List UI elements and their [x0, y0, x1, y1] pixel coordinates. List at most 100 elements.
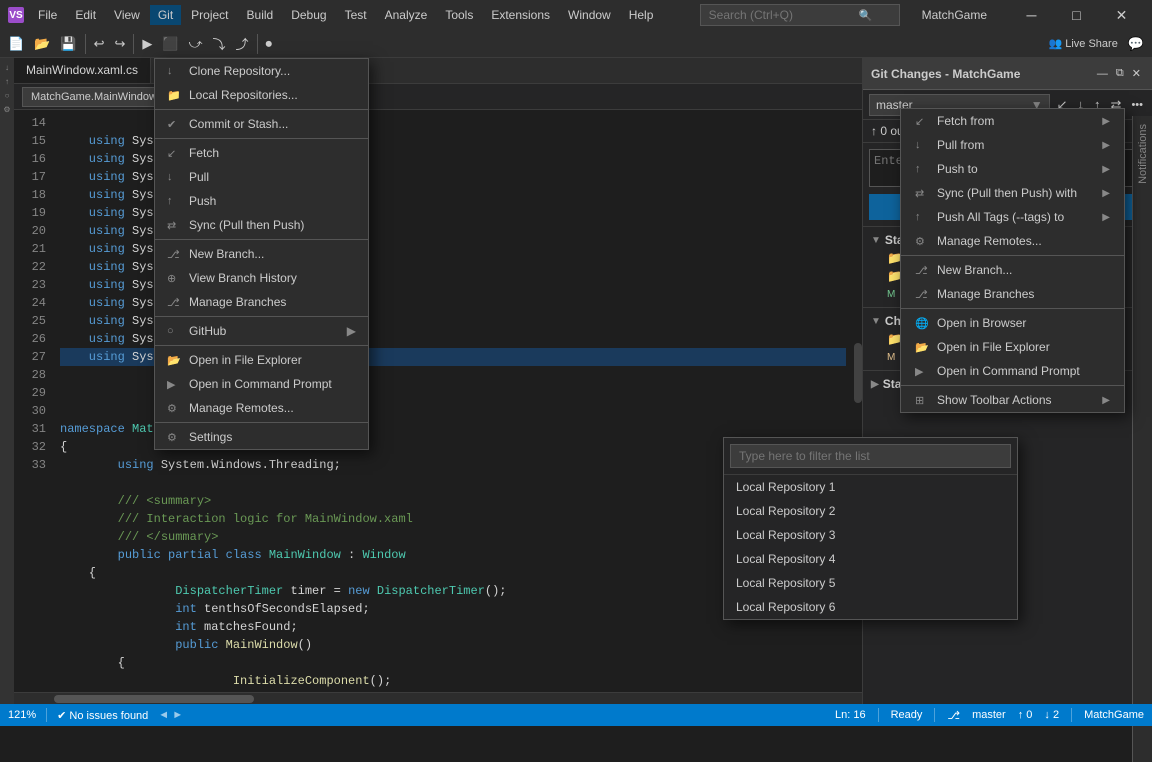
toolbar-undo[interactable]: ↩	[90, 32, 109, 56]
repo-item-2[interactable]: Local Repository 2	[724, 499, 1017, 523]
toolbar-step-over[interactable]: ⤻	[185, 32, 207, 56]
menu-tools[interactable]: Tools	[437, 5, 481, 25]
menu-extensions[interactable]: Extensions	[483, 5, 558, 25]
git-menu-branch-history[interactable]: ⊕ View Branch History	[155, 266, 368, 290]
notifications-label[interactable]: Notifications	[1137, 124, 1149, 184]
toolbar-new[interactable]: 📄	[4, 32, 28, 56]
repo-item-4[interactable]: Local Repository 4	[724, 547, 1017, 571]
toolbar-step-in[interactable]: ⤵	[208, 32, 229, 56]
app-icon: VS	[8, 7, 24, 23]
git-menu-pull[interactable]: ↓ Pull	[155, 165, 368, 189]
more-btn[interactable]: •••	[1128, 97, 1146, 113]
ctx-push-to[interactable]: ↑ Push to ▶	[901, 157, 1124, 181]
git-menu-clone[interactable]: ↓ Clone Repository...	[155, 59, 368, 83]
git-menu-local-repos[interactable]: 📁 Local Repositories...	[155, 83, 368, 107]
menu-window[interactable]: Window	[560, 5, 619, 25]
ctx-fetch-from[interactable]: ↙ Fetch from ▶	[901, 109, 1124, 133]
toolbar-breakpoint[interactable]: ⏺	[262, 32, 277, 56]
maximize-button[interactable]: □	[1054, 0, 1099, 30]
git-float-btn[interactable]: ⧉	[1113, 65, 1127, 82]
repos-list[interactable]: Local Repository 1 Local Repository 2 Lo…	[724, 475, 1017, 619]
git-minimize-btn[interactable]: —	[1094, 65, 1111, 82]
horizontal-scrollbar[interactable]	[14, 692, 862, 704]
ctx-sep-1	[901, 255, 1124, 256]
git-menu-github[interactable]: ○ GitHub ▶	[155, 319, 368, 343]
git-close-btn[interactable]: ✕	[1129, 65, 1144, 82]
toolbar-open[interactable]: 📂	[30, 32, 54, 56]
search-input[interactable]	[709, 8, 859, 22]
h-scrollbar-thumb[interactable]	[54, 695, 254, 703]
dropdown-sep-2	[155, 138, 368, 139]
git-menu-sync[interactable]: ⇄ Sync (Pull then Push)	[155, 213, 368, 237]
git-menu-push[interactable]: ↑ Push	[155, 189, 368, 213]
ctx-pull-from[interactable]: ↓ Pull from ▶	[901, 133, 1124, 157]
menu-git[interactable]: Git	[150, 5, 181, 25]
ctx-manage-remotes[interactable]: ⚙ Manage Remotes...	[901, 229, 1124, 253]
repo-item-3[interactable]: Local Repository 3	[724, 523, 1017, 547]
menu-edit[interactable]: Edit	[67, 5, 104, 25]
local-repos-icon: 📁	[167, 89, 181, 102]
repos-filter-input[interactable]	[730, 444, 1011, 468]
toolbar-redo[interactable]: ↪	[110, 32, 129, 56]
menu-bar: File Edit View Git Project Build Debug T…	[30, 5, 661, 25]
minimize-button[interactable]: ─	[1009, 0, 1054, 30]
dropdown-sep-6	[155, 422, 368, 423]
scrollbar-thumb[interactable]	[854, 343, 862, 403]
fetch-icon: ↙	[167, 147, 181, 160]
status-sep-4	[1071, 708, 1072, 722]
menu-project[interactable]: Project	[183, 5, 236, 25]
ctx-open-file-explorer[interactable]: 📂 Open in File Explorer	[901, 335, 1124, 359]
status-scroll-indicator: ◄ ►	[158, 709, 183, 721]
status-bar: 121% ✔ No issues found ◄ ► Ln: 16 Ready …	[0, 704, 1152, 726]
menu-analyze[interactable]: Analyze	[377, 5, 436, 25]
ctx-sync-arrow: ▶	[1102, 188, 1110, 199]
status-incoming: ↓ 2	[1044, 709, 1059, 721]
live-share-button[interactable]: 👥 Live Share	[1044, 32, 1121, 56]
git-menu-manage-branches[interactable]: ⎇ Manage Branches	[155, 290, 368, 314]
git-menu-settings[interactable]: ⚙ Settings	[155, 425, 368, 449]
editor-tabs: MainWindow.xaml.cs	[14, 58, 862, 84]
git-menu-commit[interactable]: ✔ Commit or Stash...	[155, 112, 368, 136]
git-menu-new-branch[interactable]: ⎇ New Branch...	[155, 242, 368, 266]
ctx-new-branch[interactable]: ⎇ New Branch...	[901, 258, 1124, 282]
menu-test[interactable]: Test	[337, 5, 375, 25]
menu-view[interactable]: View	[106, 5, 148, 25]
menu-help[interactable]: Help	[621, 5, 662, 25]
pull-icon: ↓	[167, 171, 181, 183]
toolbar-save[interactable]: 💾	[56, 32, 80, 56]
ctx-toolbar-arrow: ▶	[1102, 395, 1110, 406]
menu-debug[interactable]: Debug	[283, 5, 334, 25]
ctx-show-toolbar[interactable]: ⊞ Show Toolbar Actions ▶	[901, 388, 1124, 412]
notifications-sidebar: Notifications	[1132, 116, 1152, 762]
git-menu-command-prompt[interactable]: ▶ Open in Command Prompt	[155, 372, 368, 396]
ctx-push-tags[interactable]: ↑ Push All Tags (--tags) to ▶	[901, 205, 1124, 229]
editor-tab-main[interactable]: MainWindow.xaml.cs	[14, 58, 151, 83]
toolbar-step-out[interactable]: ⤴	[231, 32, 252, 56]
git-menu-file-explorer[interactable]: 📂 Open in File Explorer	[155, 348, 368, 372]
repo-item-6[interactable]: Local Repository 6	[724, 595, 1017, 619]
repo-item-1[interactable]: Local Repository 1	[724, 475, 1017, 499]
menu-build[interactable]: Build	[239, 5, 282, 25]
ctx-manage-branches[interactable]: ⎇ Manage Branches	[901, 282, 1124, 306]
menu-file[interactable]: File	[30, 5, 65, 25]
cmd-prompt-icon: ▶	[167, 378, 181, 391]
git-menu-fetch[interactable]: ↙ Fetch	[155, 141, 368, 165]
local-repos-dropdown: Local Repository 1 Local Repository 2 Lo…	[723, 437, 1018, 620]
toolbar-start[interactable]: ▶	[138, 32, 156, 56]
ctx-open-cmd[interactable]: ▶ Open in Command Prompt	[901, 359, 1124, 383]
status-sep-1	[46, 708, 47, 722]
ctx-sync-with[interactable]: ⇄ Sync (Pull then Push) with ▶	[901, 181, 1124, 205]
ctx-open-browser[interactable]: 🌐 Open in Browser	[901, 311, 1124, 335]
close-button[interactable]: ✕	[1099, 0, 1144, 30]
stashes-arrow: ▶	[871, 379, 879, 390]
repo-item-5[interactable]: Local Repository 5	[724, 571, 1017, 595]
git-panel-icons: — ⧉ ✕	[1094, 65, 1144, 82]
toolbar-attach[interactable]: ⬛	[158, 32, 182, 56]
feedback-button[interactable]: 💬	[1124, 32, 1148, 56]
activity-bar: ↓ ↑ ○ ⚙	[0, 58, 14, 704]
ctx-pull-arrow: ▶	[1102, 140, 1110, 151]
status-branch: master	[972, 709, 1006, 721]
dropdown-sep-3	[155, 239, 368, 240]
git-menu-manage-remotes[interactable]: ⚙ Manage Remotes...	[155, 396, 368, 420]
search-box[interactable]: 🔍	[700, 4, 900, 26]
